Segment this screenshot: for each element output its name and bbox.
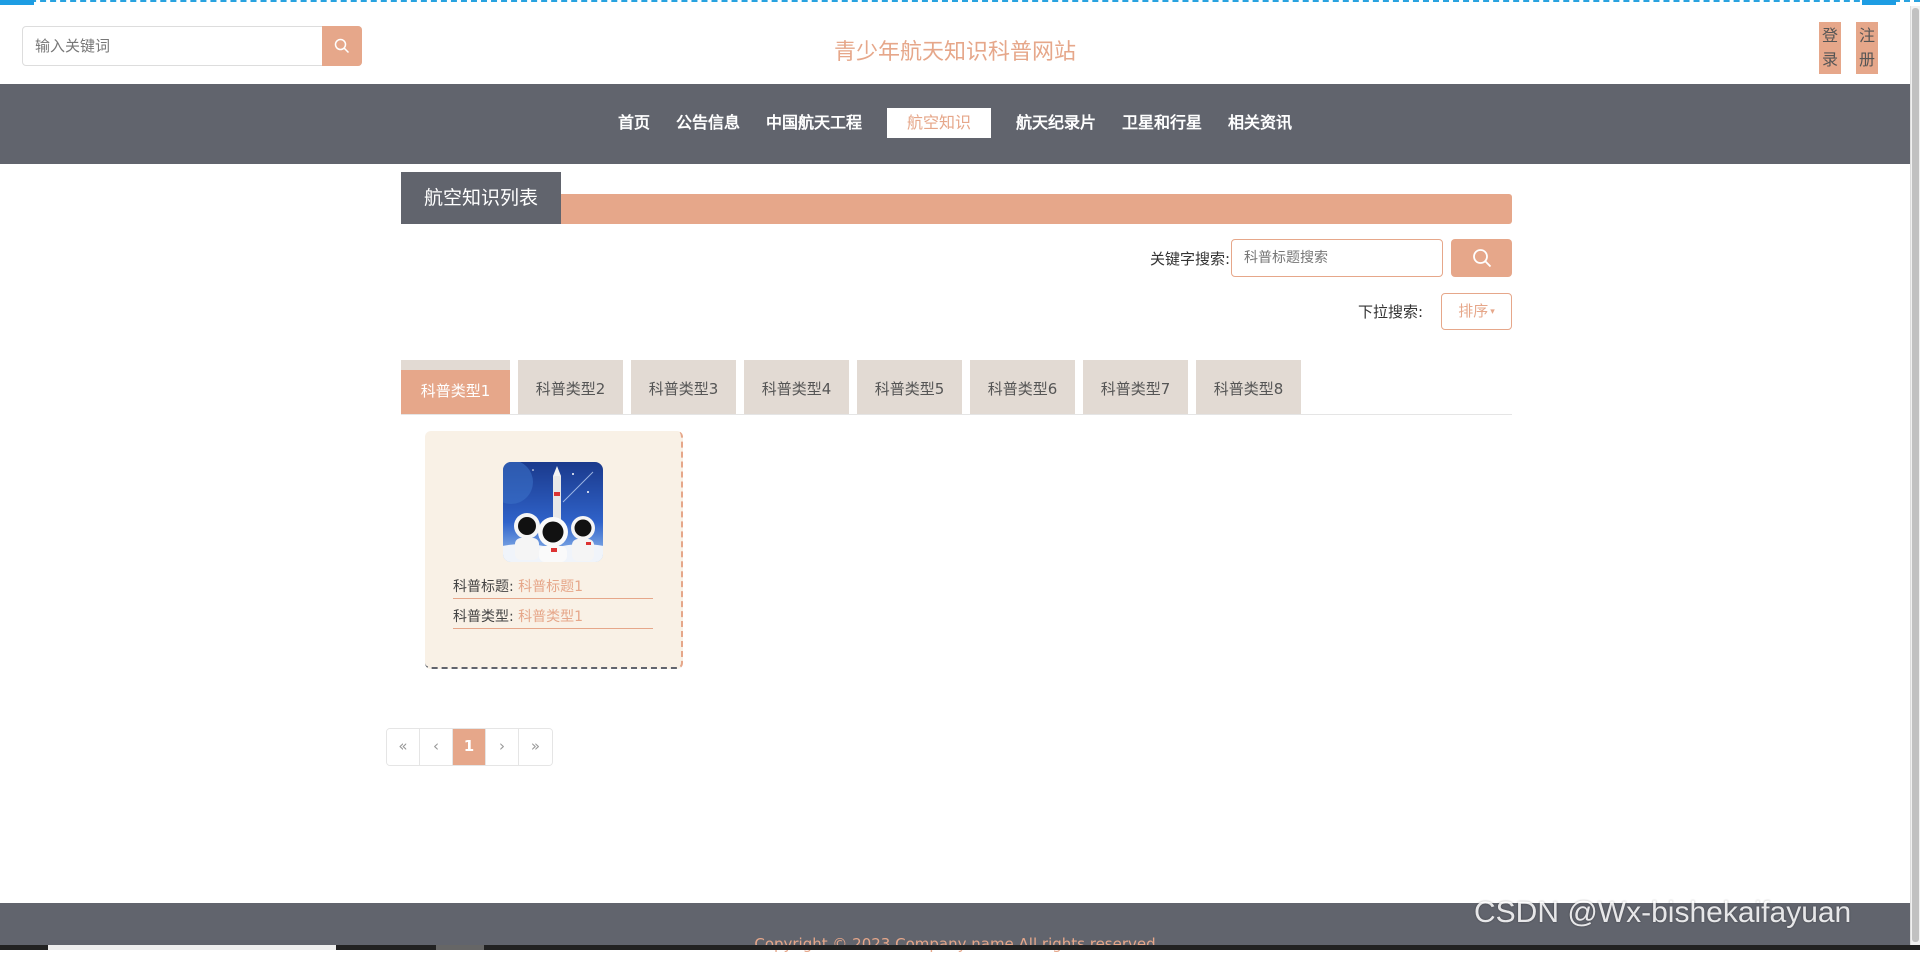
page-next-button[interactable]: › [486,729,519,765]
astronaut-rocket-illustration [503,462,603,562]
page-prev-button[interactable]: ‹ [420,729,453,765]
scrollbar-thumb[interactable] [1912,8,1919,942]
category-tabs: 科普类型1 科普类型2 科普类型3 科普类型4 科普类型5 科普类型6 科普类型… [401,360,1512,415]
section-header: 航空知识列表 [401,172,1512,224]
register-button[interactable]: 注册 [1856,22,1878,74]
nav-item-china-space-engineering[interactable]: 中国航天工程 [754,108,874,138]
section-header-bar [561,194,1512,224]
page-first-button[interactable]: « [387,729,420,765]
page-last-button[interactable]: » [519,729,552,765]
pagination: « ‹ 1 › » [386,728,553,766]
page-scrollbar[interactable] [1910,6,1920,945]
site-title: 青少年航天知识科普网站 [833,40,1076,65]
taskbar-segment [48,945,336,950]
sort-dropdown[interactable]: 排序 ▾ [1441,293,1512,330]
page-current[interactable]: 1 [453,729,486,765]
card-title-key: 科普标题: [453,579,514,595]
nav-item-aviation-knowledge[interactable]: 航空知识 [886,108,991,138]
keyword-search-button[interactable] [1451,239,1512,277]
tab-category-7[interactable]: 科普类型7 [1083,360,1188,414]
card-title-value[interactable]: 科普标题1 [518,579,583,595]
tab-category-5[interactable]: 科普类型5 [857,360,962,414]
taskbar-strip [0,945,1920,950]
keyword-search-label: 关键字搜索: [1149,250,1230,268]
tab-category-4[interactable]: 科普类型4 [744,360,849,414]
main-nav: 首页 公告信息 中国航天工程 航空知识 航天纪录片 卫星和行星 相关资讯 [0,84,1910,164]
card-type-row: 科普类型: 科普类型1 [453,605,653,629]
site-header: 青少年航天知识科普网站 登录 注册 [0,6,1920,84]
progress-indicator-left [0,0,34,5]
nav-item-documentaries[interactable]: 航天纪录片 [1004,108,1108,138]
article-thumbnail[interactable] [503,462,603,562]
search-icon [1472,249,1491,268]
sort-dropdown-label: 排序 [1458,302,1489,320]
nav-item-related-news[interactable]: 相关资讯 [1216,108,1304,138]
watermark: CSDN @Wx-bishekaifayuan [1474,896,1852,929]
card-type-key: 科普类型: [453,609,514,625]
caret-down-icon: ▾ [1490,307,1495,317]
keyword-search-input[interactable] [1231,239,1443,277]
tab-category-2[interactable]: 科普类型2 [518,360,623,414]
tab-category-6[interactable]: 科普类型6 [970,360,1075,414]
login-button[interactable]: 登录 [1819,22,1841,74]
tab-category-8[interactable]: 科普类型8 [1196,360,1301,414]
section-title: 航空知识列表 [401,172,561,224]
tab-category-3[interactable]: 科普类型3 [631,360,736,414]
tab-category-1[interactable]: 科普类型1 [401,360,510,414]
footer-copyright: Copyright © 2023 Company name All rights… [754,935,1156,953]
progress-indicator-right [1862,0,1896,5]
taskbar-segment [436,945,484,950]
nav-list: 首页 公告信息 中国航天工程 航空知识 航天纪录片 卫星和行星 相关资讯 [0,108,1910,138]
card-type-value: 科普类型1 [518,609,584,625]
dropdown-search-label: 下拉搜索: [1357,303,1423,321]
article-card[interactable]: 科普标题: 科普标题1 科普类型: 科普类型1 [425,431,683,669]
nav-item-home[interactable]: 首页 [606,108,662,138]
nav-item-announcements[interactable]: 公告信息 [664,108,752,138]
card-title-row: 科普标题: 科普标题1 [453,575,653,599]
nav-item-satellites-planets[interactable]: 卫星和行星 [1110,108,1214,138]
